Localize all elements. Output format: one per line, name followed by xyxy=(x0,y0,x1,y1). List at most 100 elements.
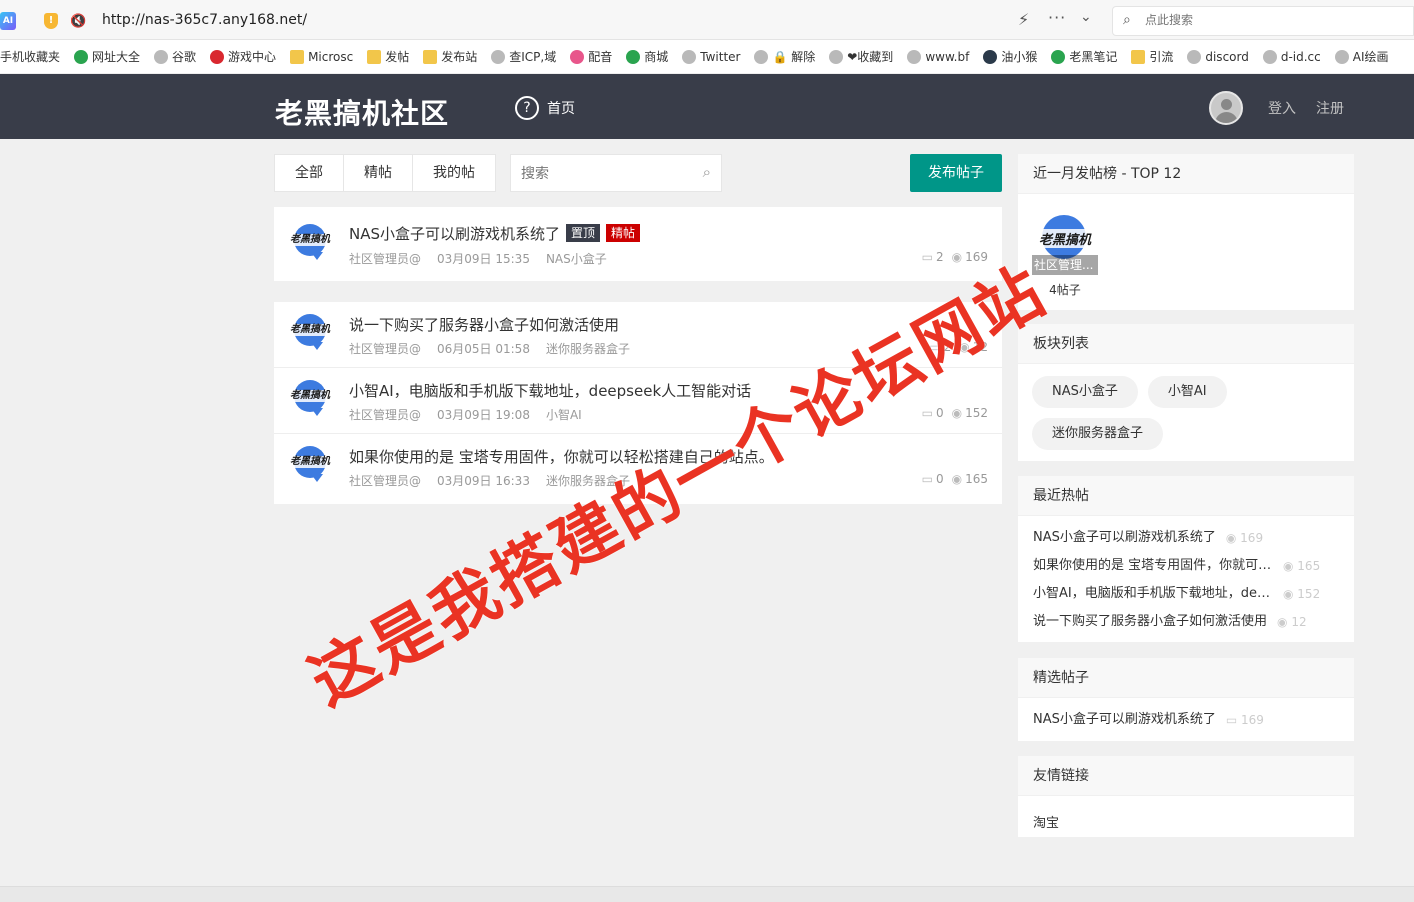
hot-title: 最近热帖 xyxy=(1018,476,1354,516)
author-avatar[interactable]: 老黑搞机 xyxy=(288,378,332,422)
post-title[interactable]: 小智AI，电脑版和手机版下载地址，deepseek人工智能对话 xyxy=(349,380,751,401)
security-warning-icon[interactable]: ! xyxy=(44,13,58,29)
folder-icon xyxy=(423,49,438,64)
tab-elite[interactable]: 精帖 xyxy=(344,155,413,191)
comment-icon: ▭ xyxy=(921,406,933,420)
bookmark-item[interactable]: 老黑笔记 xyxy=(1051,48,1117,65)
hot-item[interactable]: 如果你使用的是 宝塔专用固件，你就可以轻松搭建自己的站点。 ◉ 165 xyxy=(1033,552,1339,580)
post-title[interactable]: 说一下购买了服务器小盒子如何激活使用 xyxy=(349,314,619,335)
more-icon[interactable]: ··· xyxy=(1048,8,1066,27)
post-board[interactable]: NAS小盒子 xyxy=(546,252,607,266)
browser-search-box[interactable]: ⌕ xyxy=(1112,6,1414,36)
bookmark-item[interactable]: 网址大全 xyxy=(74,48,140,65)
search-icon[interactable]: ⌕ xyxy=(703,163,711,181)
blocked-icon[interactable]: 🔇 xyxy=(70,14,86,29)
hot-title[interactable]: 小智AI，电脑版和手机版下载地址，deepseek人工智能对话 xyxy=(1033,580,1273,608)
globe-icon xyxy=(210,49,225,64)
hot-title[interactable]: NAS小盒子可以刷游戏机系统了 xyxy=(1033,524,1216,552)
featured-item[interactable]: NAS小盒子可以刷游戏机系统了 ▭ 169 xyxy=(1033,706,1339,734)
site-logo[interactable]: 老黑搞机社区 xyxy=(275,92,449,132)
globe-icon xyxy=(754,49,769,64)
bookmark-item[interactable]: 配音 xyxy=(570,48,612,65)
hot-title[interactable]: 说一下购买了服务器小盒子如何激活使用 xyxy=(1033,608,1267,636)
board-tag[interactable]: 小智AI xyxy=(1147,376,1227,408)
hot-title[interactable]: 如果你使用的是 宝塔专用固件，你就可以轻松搭建自己的站点。 xyxy=(1033,552,1273,580)
hot-item[interactable]: 小智AI，电脑版和手机版下载地址，deepseek人工智能对话 ◉ 152 xyxy=(1033,580,1339,608)
post-date: 03月09日 16:33 xyxy=(437,474,530,488)
board-tag[interactable]: 迷你服务器盒子 xyxy=(1032,418,1164,450)
globe-icon xyxy=(983,49,998,64)
eye-icon: ◉ xyxy=(1277,615,1292,629)
post-author[interactable]: 社区管理员@ xyxy=(349,474,421,488)
bookmark-item[interactable]: Microsc xyxy=(290,49,354,64)
browser-search-input[interactable] xyxy=(1145,13,1345,27)
bookmark-item[interactable]: Twitter xyxy=(682,49,741,64)
comment-icon: ▭ xyxy=(921,250,933,264)
url-field[interactable]: http://nas-365c7.any168.net/ xyxy=(102,12,307,28)
bookmark-item[interactable]: 游戏中心 xyxy=(210,48,276,65)
site-header: 老黑搞机社区 ? 首页 登入 注册 xyxy=(0,74,1414,139)
friend-link[interactable]: 淘宝 xyxy=(1018,796,1354,847)
bookmark-item[interactable]: 引流 xyxy=(1131,48,1173,65)
hot-item[interactable]: 说一下购买了服务器小盒子如何激活使用 ◉ 12 xyxy=(1033,608,1339,636)
board-tag[interactable]: NAS小盒子 xyxy=(1032,376,1138,408)
rank-avatar[interactable]: 老黑搞机 社区管理... xyxy=(1032,209,1098,275)
featured-count: ▭ 169 xyxy=(1226,706,1264,734)
bookmark-item[interactable]: 查ICP,域 xyxy=(491,48,556,65)
bookmark-item[interactable]: www.bf xyxy=(907,49,970,64)
bookmark-item[interactable]: 油小猴 xyxy=(983,48,1037,65)
rank-title: 近一月发帖榜 - TOP 12 xyxy=(1018,154,1354,194)
post-title-text[interactable]: 小智AI，电脑版和手机版下载地址，deepseek人工智能对话 xyxy=(349,382,751,400)
chevron-down-icon[interactable]: ⌄ xyxy=(1080,9,1092,25)
bookmark-label: 手机收藏夹 xyxy=(0,50,61,64)
post-filter-tabs: 全部 精帖 我的帖 xyxy=(274,154,496,192)
bookmark-label: Microsc xyxy=(308,49,354,64)
post-author[interactable]: 社区管理员@ xyxy=(349,252,421,266)
post-title-text[interactable]: 说一下购买了服务器小盒子如何激活使用 xyxy=(349,316,619,334)
post-board[interactable]: 迷你服务器盒子 xyxy=(546,342,630,356)
post-row[interactable]: 老黑搞机 NAS小盒子可以刷游戏机系统了 置顶 精帖 社区管理员@ 03月09日 15:3… xyxy=(274,207,1002,281)
tab-all[interactable]: 全部 xyxy=(275,155,344,191)
bookmark-item[interactable]: discord xyxy=(1187,49,1249,64)
avatar-text: 老黑搞机 xyxy=(288,390,332,402)
author-avatar[interactable]: 老黑搞机 xyxy=(288,312,332,356)
bookmark-item[interactable]: 谷歌 xyxy=(154,48,196,65)
links-title: 友情链接 xyxy=(1018,756,1354,796)
view-count: 152 xyxy=(965,406,988,420)
forum-search-input[interactable] xyxy=(521,165,691,181)
login-link[interactable]: 登入 xyxy=(1268,98,1296,118)
tab-my-posts[interactable]: 我的帖 xyxy=(413,155,495,191)
lightning-icon[interactable]: ⚡ xyxy=(1018,10,1029,29)
eye-icon: ◉ xyxy=(1225,531,1241,545)
featured-title[interactable]: NAS小盒子可以刷游戏机系统了 xyxy=(1033,706,1216,734)
bookmark-item[interactable]: 发帖 xyxy=(367,48,409,65)
post-author[interactable]: 社区管理员@ xyxy=(349,342,421,356)
post-author[interactable]: 社区管理员@ xyxy=(349,408,421,422)
register-link[interactable]: 注册 xyxy=(1316,98,1344,118)
bookmark-item[interactable]: 🔒 解除 xyxy=(754,48,815,65)
publish-post-button[interactable]: 发布帖子 xyxy=(910,154,1002,192)
bookmark-item[interactable]: ❤收藏到 xyxy=(829,48,893,65)
post-title[interactable]: NAS小盒子可以刷游戏机系统了 置顶 精帖 xyxy=(349,223,641,244)
bookmark-item[interactable]: d-id.cc xyxy=(1262,49,1321,64)
post-stats: ▭ 0 ◉ 152 xyxy=(914,406,988,420)
user-avatar-icon[interactable] xyxy=(1209,91,1243,125)
bookmark-label: www.bf xyxy=(925,49,970,64)
post-title-text[interactable]: NAS小盒子可以刷游戏机系统了 xyxy=(349,225,560,243)
nav-home[interactable]: ? 首页 xyxy=(515,96,575,120)
elite-badge: 精帖 xyxy=(606,224,641,242)
eye-icon: ◉ xyxy=(1283,587,1298,601)
avatar-text: 老黑搞机 xyxy=(288,324,332,336)
bookmark-item[interactable]: 发布站 xyxy=(423,48,477,65)
bookmark-item[interactable]: AI绘画 xyxy=(1334,48,1389,65)
ai-logo-icon[interactable]: AI xyxy=(0,12,16,30)
post-board[interactable]: 小智AI xyxy=(546,408,582,422)
rank-user[interactable]: 老黑搞机 社区管理... 4帖子 xyxy=(1032,209,1112,298)
author-avatar[interactable]: 老黑搞机 xyxy=(288,222,332,266)
bookmark-item[interactable]: 商城 xyxy=(626,48,668,65)
bookmark-item[interactable]: 手机收藏夹 xyxy=(0,48,60,65)
author-avatar[interactable]: 老黑搞机 xyxy=(288,444,332,488)
hot-item[interactable]: NAS小盒子可以刷游戏机系统了 ◉ 169 xyxy=(1033,524,1339,552)
eye-icon: ◉ xyxy=(951,406,963,420)
bookmark-label: Twitter xyxy=(700,49,741,64)
